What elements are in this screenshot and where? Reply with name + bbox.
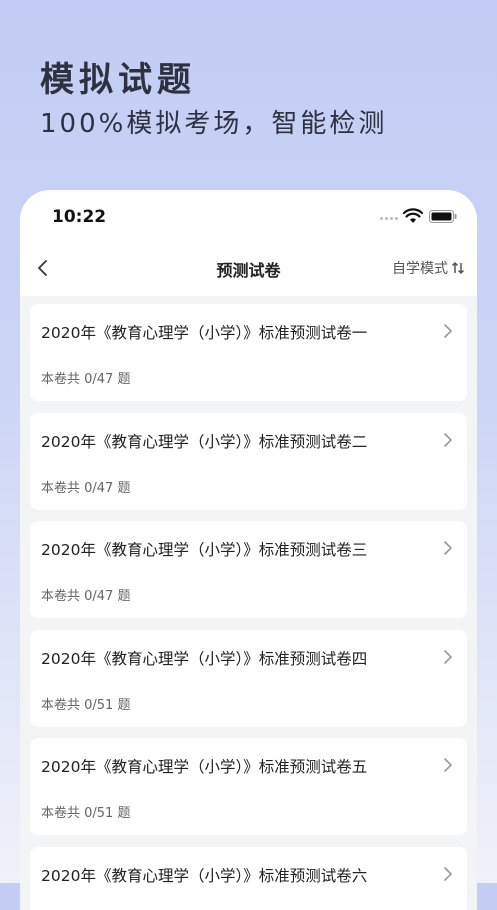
paper-title: 2020年《教育心理学（小学）》标准预测试卷五	[41, 755, 367, 777]
paper-progress: 本卷共 0/51 题	[41, 694, 130, 713]
chevron-right-icon	[441, 431, 455, 449]
chevron-right-icon	[441, 648, 455, 666]
study-mode-button[interactable]: 自学模式	[392, 258, 465, 278]
nav-bar: 预测试卷 自学模式	[20, 240, 477, 296]
paper-card[interactable]: 2020年《教育心理学（小学）》标准预测试卷六	[30, 847, 467, 910]
paper-title: 2020年《教育心理学（小学）》标准预测试卷六	[41, 864, 367, 886]
status-time: 10:22	[52, 207, 106, 227]
phone-screen: 10:22 预测试卷 自学模式 2020年《教育心理学（小学）》标准预测试卷一	[20, 190, 477, 910]
paper-progress: 本卷共 0/47 题	[41, 585, 130, 604]
study-mode-label: 自学模式	[392, 258, 448, 278]
cellular-signal-icon	[380, 217, 398, 220]
paper-card[interactable]: 2020年《教育心理学（小学）》标准预测试卷五 本卷共 0/51 题	[30, 738, 467, 835]
paper-title: 2020年《教育心理学（小学）》标准预测试卷四	[41, 647, 367, 669]
paper-progress: 本卷共 0/51 题	[41, 802, 130, 821]
paper-progress: 本卷共 0/47 题	[41, 368, 130, 387]
promo-title: 模拟试题	[40, 52, 196, 101]
paper-progress: 本卷共 0/47 题	[41, 477, 130, 496]
chevron-right-icon	[441, 539, 455, 557]
wifi-icon	[403, 208, 423, 224]
paper-card[interactable]: 2020年《教育心理学（小学）》标准预测试卷一 本卷共 0/47 题	[30, 304, 467, 401]
status-bar: 10:22	[20, 190, 477, 240]
paper-title: 2020年《教育心理学（小学）》标准预测试卷一	[41, 321, 367, 343]
paper-card[interactable]: 2020年《教育心理学（小学）》标准预测试卷四 本卷共 0/51 题	[30, 630, 467, 727]
chevron-right-icon	[441, 756, 455, 774]
sort-toggle-icon	[451, 261, 465, 275]
promo-subtitle: 100%模拟考场，智能检测	[40, 103, 387, 140]
chevron-right-icon	[441, 865, 455, 883]
battery-icon	[429, 210, 457, 223]
paper-list: 2020年《教育心理学（小学）》标准预测试卷一 本卷共 0/47 题 2020年…	[30, 304, 467, 910]
chevron-right-icon	[441, 322, 455, 340]
paper-title: 2020年《教育心理学（小学）》标准预测试卷三	[41, 538, 367, 560]
paper-card[interactable]: 2020年《教育心理学（小学）》标准预测试卷三 本卷共 0/47 题	[30, 521, 467, 618]
paper-card[interactable]: 2020年《教育心理学（小学）》标准预测试卷二 本卷共 0/47 题	[30, 413, 467, 510]
paper-title: 2020年《教育心理学（小学）》标准预测试卷二	[41, 430, 367, 452]
